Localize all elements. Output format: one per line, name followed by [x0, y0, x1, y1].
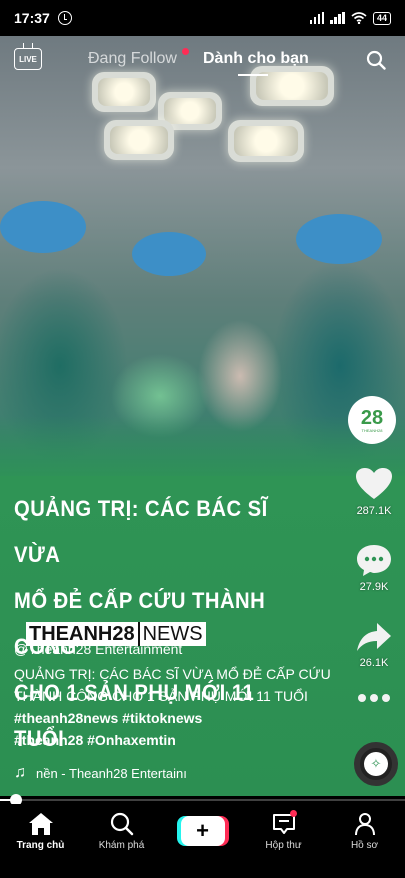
- comment-count: 27.9K: [359, 581, 389, 593]
- status-bar: 17:37 44: [0, 0, 405, 36]
- live-icon[interactable]: LIVE: [14, 48, 42, 70]
- home-icon: [28, 813, 53, 835]
- create-plus-icon: +: [180, 816, 225, 846]
- nav-home-label: Trang chủ: [16, 840, 65, 851]
- comment-button[interactable]: 27.9K: [350, 543, 398, 593]
- nav-inbox[interactable]: Hộp thư: [243, 804, 324, 878]
- description-text: QUẢNG TRỊ: CÁC BÁC SĨ VỪA MỔ ĐẺ CẤP CỨU …: [14, 666, 331, 704]
- profile-icon: [354, 813, 375, 836]
- comment-icon: [357, 545, 391, 576]
- signal-icon: [309, 12, 325, 24]
- wifi-icon: [351, 12, 367, 24]
- author-name[interactable]: @Theanh28 Entertainment: [14, 641, 182, 657]
- search-icon: [110, 812, 133, 836]
- alarm-icon: [57, 11, 72, 25]
- surgeon-cap: [0, 201, 86, 253]
- music-title: nền - Theanh28 Entertainı: [36, 765, 187, 781]
- music-disc[interactable]: ✧: [354, 742, 398, 786]
- status-icons: 44: [309, 11, 391, 25]
- music-note-icon: ♫: [14, 764, 26, 781]
- following-notification-dot: [182, 48, 189, 55]
- tab-for-you[interactable]: Dành cho bạn: [203, 50, 309, 68]
- share-button[interactable]: 26.1K: [350, 621, 398, 669]
- signal-icon-2: [330, 12, 345, 24]
- bottom-nav: Trang chủ Khám phá + Hộp thư Hồ sơ: [0, 804, 405, 878]
- like-button[interactable]: 287.1K: [350, 467, 398, 517]
- tab-following[interactable]: Đang Follow: [88, 50, 177, 68]
- video-progress-bar[interactable]: [0, 794, 405, 806]
- nav-inbox-label: Hộp thư: [265, 840, 302, 851]
- nav-profile[interactable]: Hồ sơ: [324, 804, 405, 878]
- nav-home[interactable]: Trang chủ: [0, 804, 81, 878]
- channel-logo: 28 THEANH28: [348, 396, 396, 444]
- battery-icon: 44: [372, 11, 391, 25]
- nav-profile-label: Hồ sơ: [350, 840, 379, 851]
- surgeon-cap: [132, 232, 206, 276]
- surgical-lamp: [228, 120, 304, 162]
- more-dots-icon: [358, 694, 390, 702]
- top-nav: LIVE Đang Follow Dành cho bạn: [0, 36, 405, 84]
- surgeon-cap: [296, 214, 382, 264]
- inbox-notification-dot: [290, 810, 297, 817]
- music-disc-logo-icon: ✧: [364, 752, 388, 776]
- active-tab-indicator: [238, 74, 268, 76]
- share-icon: [357, 623, 391, 651]
- video-description[interactable]: QUẢNG TRỊ: CÁC BÁC SĨ VỪA MỔ ĐẺ CẤP CỨU …: [14, 663, 334, 751]
- like-count: 287.1K: [356, 505, 392, 517]
- hashtags[interactable]: #theanh28 #Onhaxemtin: [14, 732, 176, 748]
- nav-discover-label: Khám phá: [98, 840, 145, 851]
- nav-create[interactable]: +: [162, 804, 243, 878]
- surgical-lamp: [104, 120, 174, 160]
- more-options-button[interactable]: [350, 692, 398, 704]
- status-time: 17:37: [14, 10, 50, 26]
- hashtags[interactable]: #theanh28news #tiktoknews: [14, 710, 202, 726]
- nav-discover[interactable]: Khám phá: [81, 804, 162, 878]
- music-info[interactable]: ♫ nền - Theanh28 Entertainı: [14, 764, 187, 782]
- share-count: 26.1K: [359, 657, 389, 669]
- heart-icon: [356, 468, 392, 499]
- video-frame-image: [0, 36, 405, 476]
- headline-line: QUẢNG TRỊ: CÁC BÁC SĨ VỪA: [14, 496, 268, 567]
- search-icon[interactable]: [366, 50, 386, 70]
